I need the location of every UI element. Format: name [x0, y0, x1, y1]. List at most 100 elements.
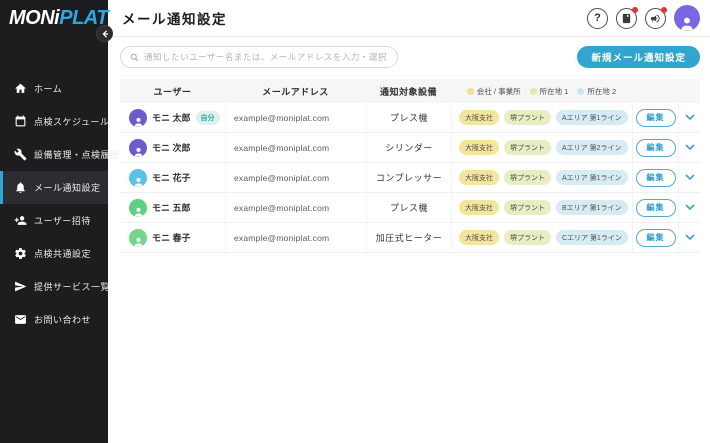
company-tag: 大阪支社 — [459, 170, 499, 185]
expand-row-button[interactable] — [678, 133, 700, 162]
avatar — [129, 229, 147, 247]
table-row: モニ 次郎 example@moniplat.com シリンダー 大阪支社 堺プ… — [120, 133, 700, 163]
expand-row-button[interactable] — [678, 193, 700, 222]
equipment-text: プレス機 — [366, 103, 451, 132]
sidebar-item-home[interactable]: ホーム — [0, 72, 108, 105]
user-add-icon — [14, 214, 27, 227]
arrow-left-icon — [101, 30, 109, 38]
paper-plane-icon — [14, 280, 27, 293]
user-name: モニ 春子 — [152, 231, 191, 244]
avatar — [129, 109, 147, 127]
expand-row-button[interactable] — [678, 103, 700, 132]
self-badge: 自分 — [196, 111, 220, 125]
avatar — [129, 139, 147, 157]
sidebar-item-label: お問い合わせ — [34, 313, 91, 326]
person-icon — [133, 206, 144, 217]
location1-tag: 堺プラント — [504, 140, 551, 155]
email-text: example@moniplat.com — [225, 163, 366, 192]
search-icon — [130, 53, 139, 62]
company-tag: 大阪支社 — [459, 140, 499, 155]
location1-tag: 堺プラント — [504, 110, 551, 125]
release-notes-button[interactable] — [616, 8, 637, 29]
expand-row-button[interactable] — [678, 223, 700, 252]
sidebar-item-label: ホーム — [34, 82, 62, 95]
search-box — [120, 46, 398, 68]
email-text: example@moniplat.com — [225, 103, 366, 132]
mail-icon — [14, 313, 27, 326]
user-name: モニ 花子 — [152, 171, 191, 184]
company-tag: 大阪支社 — [459, 230, 499, 245]
table-row: モニ 五郎 example@moniplat.com プレス機 大阪支社 堺プラ… — [120, 193, 700, 223]
announcements-button[interactable] — [645, 8, 666, 29]
sidebar: MONiPLAT ホーム 点検スケジュール 設備管理・点検履歴 メール通知設定 … — [0, 0, 108, 443]
edit-button[interactable]: 編集 — [636, 139, 676, 157]
location-legend: 会社 / 事業所 所在地 1 所在地 2 — [451, 86, 632, 97]
person-icon — [133, 176, 144, 187]
sidebar-item-services[interactable]: 提供サービス一覧 — [0, 270, 108, 303]
sidebar-collapse-button[interactable] — [96, 25, 113, 42]
sidebar-item-label: 点検共通設定 — [34, 247, 91, 260]
user-avatar[interactable] — [674, 5, 700, 31]
new-mail-notification-button[interactable]: 新規メール通知設定 — [577, 46, 700, 68]
search-input[interactable] — [144, 52, 388, 62]
sidebar-item-contact[interactable]: お問い合わせ — [0, 303, 108, 336]
legend-dot-location1 — [530, 88, 537, 95]
chevron-down-icon — [685, 234, 695, 241]
sidebar-item-label: 設備管理・点検履歴 — [34, 148, 120, 161]
edit-button[interactable]: 編集 — [636, 199, 676, 217]
legend-label: 会社 / 事業所 — [477, 86, 521, 97]
toolbar: 新規メール通知設定 — [108, 37, 710, 77]
avatar — [129, 169, 147, 187]
company-tag: 大阪支社 — [459, 110, 499, 125]
book-icon — [621, 13, 632, 24]
user-name: モニ 五郎 — [152, 201, 191, 214]
app-logo: MONiPLAT — [9, 7, 108, 30]
legend-dot-location2 — [577, 88, 584, 95]
chevron-down-icon — [685, 174, 695, 181]
equipment-text: プレス機 — [366, 193, 451, 222]
table-row: モニ 春子 example@moniplat.com 加圧式ヒーター 大阪支社 … — [120, 223, 700, 253]
bell-icon — [14, 181, 27, 194]
home-icon — [14, 82, 27, 95]
page-title: メール通知設定 — [122, 8, 227, 28]
expand-row-button[interactable] — [678, 163, 700, 192]
avatar — [129, 199, 147, 217]
sidebar-item-inspection-schedule[interactable]: 点検スケジュール — [0, 105, 108, 138]
main-header: メール通知設定 ? — [108, 0, 710, 37]
table-row: モニ 太郎 自分 example@moniplat.com プレス機 大阪支社 … — [120, 103, 700, 133]
location1-tag: 堺プラント — [504, 230, 551, 245]
location2-tag: Cエリア 第1ライン — [556, 230, 628, 245]
legend-label: 所在地 1 — [540, 86, 569, 97]
sidebar-item-equipment-history[interactable]: 設備管理・点検履歴 — [0, 138, 108, 171]
person-icon — [133, 116, 144, 127]
edit-button[interactable]: 編集 — [636, 109, 676, 127]
email-text: example@moniplat.com — [225, 193, 366, 222]
chevron-down-icon — [685, 144, 695, 151]
sidebar-nav: ホーム 点検スケジュール 設備管理・点検履歴 メール通知設定 ユーザー招待 点検… — [0, 72, 108, 336]
wrench-icon — [14, 148, 27, 161]
edit-button[interactable]: 編集 — [636, 229, 676, 247]
legend-label: 所在地 2 — [587, 86, 616, 97]
location2-tag: Aエリア 第2ライン — [556, 140, 628, 155]
email-text: example@moniplat.com — [225, 223, 366, 252]
location1-tag: 堺プラント — [504, 170, 551, 185]
person-icon — [679, 15, 695, 31]
location1-tag: 堺プラント — [504, 200, 551, 215]
column-header-equipment: 通知対象設備 — [366, 85, 451, 98]
equipment-text: 加圧式ヒーター — [366, 223, 451, 252]
sidebar-item-label: 提供サービス一覧 — [34, 280, 110, 293]
sidebar-item-label: メール通知設定 — [34, 181, 101, 194]
edit-button[interactable]: 編集 — [636, 169, 676, 187]
user-name: モニ 太郎 — [152, 111, 191, 124]
company-tag: 大阪支社 — [459, 200, 499, 215]
column-header-user: ユーザー — [120, 85, 225, 98]
megaphone-icon — [650, 13, 661, 24]
equipment-text: シリンダー — [366, 133, 451, 162]
sidebar-item-common-settings[interactable]: 点検共通設定 — [0, 237, 108, 270]
sidebar-item-mail-notification[interactable]: メール通知設定 — [0, 171, 108, 204]
location2-tag: Bエリア 第1ライン — [556, 200, 628, 215]
sidebar-item-user-invite[interactable]: ユーザー招待 — [0, 204, 108, 237]
help-button[interactable]: ? — [587, 8, 608, 29]
calendar-icon — [14, 115, 27, 128]
sidebar-item-label: ユーザー招待 — [34, 214, 91, 227]
